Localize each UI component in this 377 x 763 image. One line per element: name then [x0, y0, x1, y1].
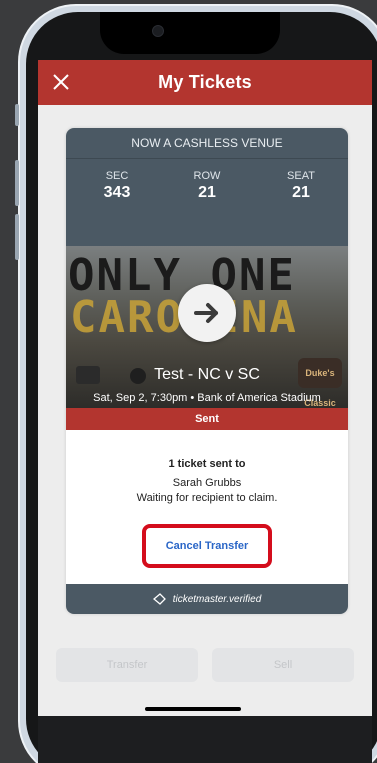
- event-image: ONLY ONE CAROLINA Duke's Classic Test - …: [66, 246, 348, 408]
- seat-label: SEAT: [287, 170, 315, 182]
- app-header: My Tickets: [38, 60, 372, 105]
- ticket-icon: [152, 593, 166, 605]
- side-button: [15, 104, 19, 126]
- transfer-button[interactable]: Transfer: [56, 648, 198, 682]
- seat-info-panel: NOW A CASHLESS VENUE SEC 343 ROW 21 SEAT…: [66, 128, 348, 246]
- section-label: SEC: [105, 170, 129, 182]
- waiting-text: Waiting for recipient to claim.: [136, 492, 278, 504]
- verified-footer: ticketmaster.verified: [66, 584, 348, 614]
- camera-icon: [152, 25, 164, 37]
- event-subtitle: Sat, Sep 2, 7:30pm • Bank of America Sta…: [93, 392, 321, 404]
- recipient-name: Sarah Grubbs: [172, 477, 242, 489]
- seat-info: SEAT 21: [266, 170, 336, 202]
- seat-value: 21: [292, 184, 310, 201]
- row-info: ROW 21: [172, 170, 242, 202]
- volume-up-button: [15, 160, 19, 206]
- screen-bottom-bar: [38, 716, 372, 763]
- sell-button[interactable]: Sell: [212, 648, 354, 682]
- cancel-transfer-button[interactable]: Cancel Transfer: [146, 532, 268, 560]
- row-label: ROW: [193, 170, 221, 182]
- phone-notch: [100, 12, 280, 54]
- close-icon: [53, 74, 69, 90]
- stage: My Tickets NOW A CASHLESS VENUE SEC 343 …: [0, 0, 377, 763]
- row-value: 21: [198, 184, 216, 201]
- ticket-card: NOW A CASHLESS VENUE SEC 343 ROW 21 SEAT…: [66, 128, 348, 614]
- transfer-info: 1 ticket sent to Sarah Grubbs Waiting fo…: [66, 458, 348, 506]
- event-title: Test - NC v SC: [154, 366, 260, 383]
- section-info: SEC 343: [82, 170, 152, 202]
- status-badge: Sent: [66, 408, 348, 430]
- volume-down-button: [15, 214, 19, 260]
- verified-label: ticketmaster.verified: [172, 593, 262, 605]
- arrow-right-icon: [194, 303, 218, 323]
- cashless-banner: NOW A CASHLESS VENUE: [66, 128, 348, 159]
- app-screen: My Tickets NOW A CASHLESS VENUE SEC 343 …: [38, 60, 372, 716]
- transfer-heading: 1 ticket sent to: [168, 458, 246, 470]
- view-ticket-button[interactable]: [178, 284, 236, 342]
- section-value: 343: [103, 184, 131, 201]
- home-indicator[interactable]: [145, 707, 241, 711]
- close-button[interactable]: [50, 71, 72, 93]
- page-title: My Tickets: [158, 72, 252, 92]
